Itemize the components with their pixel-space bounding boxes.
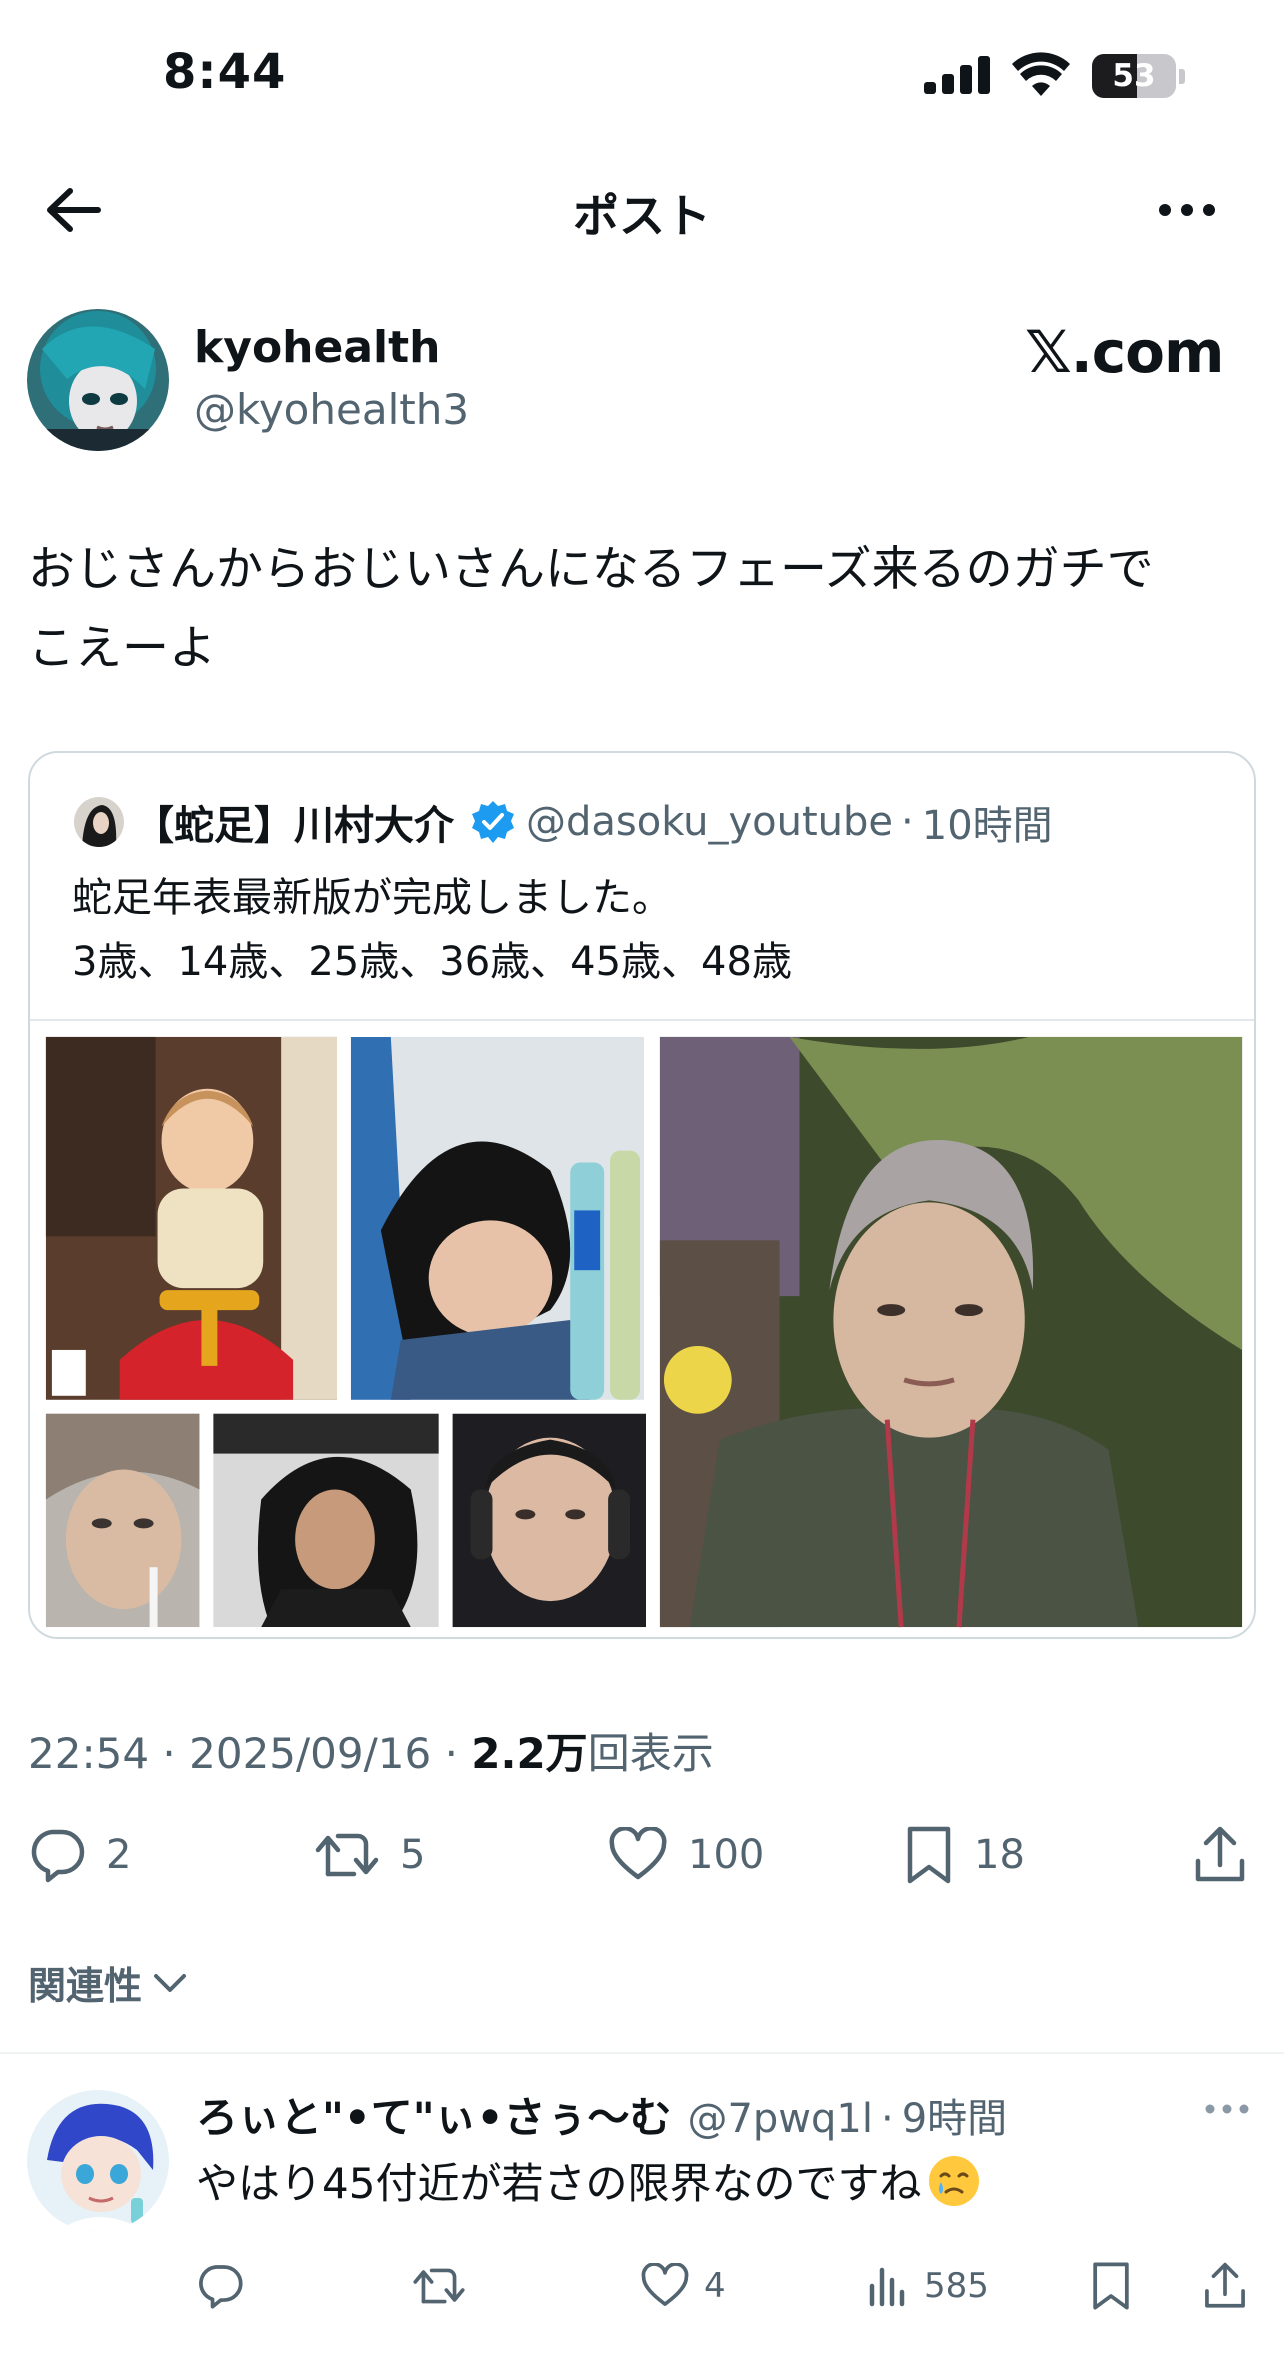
tweet-time: 22:54 xyxy=(28,1729,150,1778)
page-title: ポスト xyxy=(573,189,711,243)
bookmark-count: 18 xyxy=(974,1832,1025,1878)
author-handle[interactable]: @kyohealth3 xyxy=(194,385,469,434)
tweet-action-bar: 2 5 100 18 xyxy=(0,1815,1284,1895)
quoted-author-handle: @dasoku_youtube xyxy=(526,799,894,845)
status-time: 8:44 xyxy=(163,44,287,100)
battery-icon: 53 xyxy=(1092,54,1186,98)
top-navigation: ポスト xyxy=(0,150,1284,262)
retweet-count: 5 xyxy=(400,1832,426,1878)
reply-text: やはり45付近が若さの限界なのですね xyxy=(196,2150,981,2211)
battery-level: 53 xyxy=(1112,58,1156,94)
reply-avatar-image xyxy=(27,2090,169,2232)
quoted-post-header: 【蛇足】川村大介 @dasoku_youtube · 10時間 xyxy=(74,793,1053,851)
reply-like-button[interactable]: 4 xyxy=(640,2254,726,2318)
reply-share-button[interactable] xyxy=(1202,2254,1248,2318)
bookmark-icon xyxy=(1093,2262,1129,2310)
anime-avatar-image xyxy=(27,309,169,451)
views-chart-icon xyxy=(869,2267,905,2307)
media-photo-toddler[interactable] xyxy=(45,1036,337,1400)
bookmark-icon xyxy=(907,1826,951,1884)
quoted-text-line: 蛇足年表最新版が完成しました。 xyxy=(72,875,672,921)
reply-icon xyxy=(199,2265,243,2309)
quoted-media-collage xyxy=(30,1019,1254,1637)
heart-icon xyxy=(641,2263,689,2306)
share-icon xyxy=(1195,1826,1245,1882)
retweet-button[interactable]: 5 xyxy=(314,1815,425,1895)
reply-text-content: やはり45付近が若さの限界なのですね xyxy=(196,2159,922,2208)
retweet-icon xyxy=(315,1833,379,1877)
reply-button[interactable]: 2 xyxy=(28,1815,131,1895)
tweet-meta: 22:54 · 2025/09/16 · 2.2万回表示 xyxy=(28,1720,714,1781)
reply-retweet-button[interactable] xyxy=(412,2254,466,2318)
tweet-date: 2025/09/16 xyxy=(189,1729,432,1778)
author-avatar[interactable] xyxy=(27,309,169,451)
reply-author-name[interactable]: ろぃと"•て"ぃ•さぅ〜む xyxy=(196,2084,671,2145)
separator-dot: · xyxy=(901,799,914,845)
cellular-signal-icon xyxy=(924,56,990,94)
quoted-post-time: 10時間 xyxy=(921,803,1053,849)
reply-action-bar: 4 585 xyxy=(0,2254,1284,2318)
reply-author-avatar[interactable] xyxy=(27,2090,169,2232)
reply-more-options-icon[interactable] xyxy=(1202,2094,1252,2124)
share-button[interactable] xyxy=(1192,1815,1248,1895)
quoted-text-line: 3歳、14歳、25歳、36歳、45歳、48歳 xyxy=(72,939,792,985)
tweet-text-line: おじさんからおじいさんになるフェーズ来るのガチで xyxy=(28,542,1154,597)
verified-badge-icon xyxy=(472,801,514,843)
reply-post[interactable]: ろぃと"•て"ぃ•さぅ〜む @7pwq1l · 9時間 やはり45付近が若さの限… xyxy=(0,2054,1284,2375)
media-photo-current[interactable] xyxy=(659,1036,1243,1628)
x-com-watermark: 𝕏.com xyxy=(1025,318,1224,386)
quoted-author-avatar xyxy=(74,797,124,847)
reply-sort-selector[interactable]: 関連性 xyxy=(28,1955,190,2010)
reply-bookmark-button[interactable] xyxy=(1090,2254,1132,2318)
reply-views-button[interactable]: 585 xyxy=(866,2254,989,2318)
reply-count: 2 xyxy=(106,1832,132,1878)
retweet-icon xyxy=(413,2268,465,2304)
status-bar: 8:44 53 xyxy=(0,0,1284,150)
quoted-author-name: 【蛇足】川村大介 xyxy=(134,803,454,849)
like-count: 100 xyxy=(688,1832,765,1878)
face-holding-back-tears-emoji-icon xyxy=(929,2155,980,2206)
reply-time: 9時間 xyxy=(901,2096,1008,2142)
more-options-button[interactable] xyxy=(1152,180,1222,240)
reply-reply-button[interactable] xyxy=(196,2254,244,2318)
quoted-post[interactable]: 【蛇足】川村大介 @dasoku_youtube · 10時間 蛇足年表最新版が… xyxy=(28,751,1256,1639)
separator-dot: · xyxy=(444,1729,458,1778)
media-photo-teen[interactable] xyxy=(350,1036,644,1400)
share-icon xyxy=(1205,2262,1245,2308)
reply-icon xyxy=(31,1829,85,1883)
views-count: 2.2万 xyxy=(471,1729,588,1778)
author-name[interactable]: kyohealth xyxy=(194,322,440,373)
media-photo-headphones[interactable] xyxy=(452,1413,646,1628)
bookmark-button[interactable]: 18 xyxy=(904,1815,1025,1895)
media-photo-young-adult[interactable] xyxy=(45,1413,200,1628)
media-photo-rocker[interactable] xyxy=(213,1413,439,1628)
wifi-icon xyxy=(1012,52,1070,96)
separator-dot: · xyxy=(880,2096,894,2142)
separator-dot: · xyxy=(162,1729,176,1778)
like-button[interactable]: 100 xyxy=(608,1815,764,1895)
reply-author-handle[interactable]: @7pwq1l xyxy=(687,2096,873,2142)
more-horizontal-icon xyxy=(1159,204,1215,216)
heart-icon xyxy=(609,1827,667,1880)
quoted-avatar-image xyxy=(74,797,124,847)
views-label: 回表示 xyxy=(587,1729,714,1778)
sort-label: 関連性 xyxy=(28,1964,143,2008)
tweet-text: おじさんからおじいさんになるフェーズ来るのガチで こえーよ xyxy=(28,530,1258,688)
reply-like-count: 4 xyxy=(704,2266,726,2306)
reply-views-count: 585 xyxy=(924,2266,989,2306)
reply-header: ろぃと"•て"ぃ•さぅ〜む @7pwq1l · 9時間 xyxy=(196,2084,1007,2145)
chevron-down-icon xyxy=(154,1973,187,1992)
tweet-text-line: こえーよ xyxy=(28,621,216,676)
quoted-post-text: 蛇足年表最新版が完成しました。 3歳、14歳、25歳、36歳、45歳、48歳 xyxy=(72,866,792,994)
